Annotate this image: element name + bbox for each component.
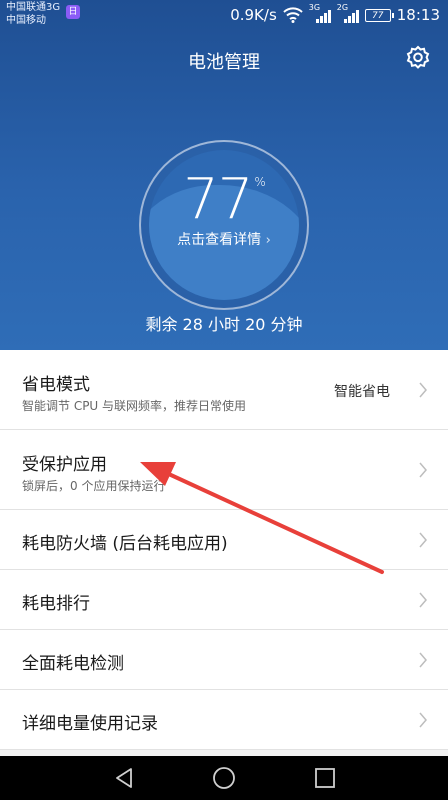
list-item-title: 受保护应用 [22,455,107,475]
chevron-right-icon [419,652,427,668]
remaining-time: 剩余 28 小时 20 分钟 [145,315,303,334]
list-item-power-saving-mode[interactable]: 省电模式 智能调节 CPU 与联网频率，推荐日常使用 智能省电 [0,350,448,430]
details-link[interactable]: 点击查看详情 › [141,229,307,249]
chevron-right-small-icon: › [265,233,271,248]
signal-icon-2: 2G [337,4,359,23]
home-circle-icon[interactable] [212,766,236,790]
list-item-value: 智能省电 [334,384,390,400]
recent-square-icon[interactable] [314,766,336,790]
list-item-title: 详细电量使用记录 [22,714,158,734]
list-item-full-check[interactable]: 全面耗电检测 [0,630,448,690]
list-item-title: 耗电排行 [22,594,90,614]
list-item-title: 省电模式 [22,375,90,395]
battery-icon: 77 [364,8,394,22]
settings-list: 省电模式 智能调节 CPU 与联网频率，推荐日常使用 智能省电 受保护应用 锁屏… [0,350,448,750]
battery-gauge[interactable]: 77% 点击查看详情 › [139,140,309,310]
notification-app-icon: 日 [66,5,80,19]
list-item-title: 耗电防火墙 (后台耗电应用) [22,534,228,554]
list-item-subtitle: 智能调节 CPU 与联网频率，推荐日常使用 [22,399,247,413]
battery-percentage: 77% [141,167,307,232]
percent-sign: % [254,175,265,189]
network-speed: 0.9K/s [230,6,277,24]
clock: 18:13 [396,6,440,24]
chevron-right-icon [419,532,427,548]
wifi-icon [283,7,303,23]
back-triangle-icon[interactable] [112,766,136,790]
list-item-power-firewall[interactable]: 耗电防火墙 (后台耗电应用) [0,510,448,570]
chevron-right-icon [419,592,427,608]
battery-header: 中国联通3G 中国移动 日 0.9K/s 3G 2G 77 18:13 电池管理… [0,0,448,350]
signal-icon-1: 3G [309,4,331,23]
carrier-1: 中国联通3G [6,2,61,13]
list-item-title: 全面耗电检测 [22,654,124,674]
chevron-right-icon [419,462,427,478]
page-title: 电池管理 [188,52,260,73]
carrier-info: 中国联通3G 中国移动 [6,1,60,27]
details-link-label: 点击查看详情 [177,232,262,248]
status-bar: 中国联通3G 中国移动 日 0.9K/s 3G 2G 77 18:13 [0,0,448,30]
chevron-right-icon [419,712,427,728]
list-item-usage-history[interactable]: 详细电量使用记录 [0,690,448,750]
battery-percentage-value: 77 [183,167,253,232]
status-right: 0.9K/s 3G 2G 77 18:13 [230,4,440,25]
carrier-2: 中国移动 [6,15,46,26]
list-item-protected-apps[interactable]: 受保护应用 锁屏后，0 个应用保持运行 [0,430,448,510]
list-item-subtitle: 锁屏后，0 个应用保持运行 [22,479,166,493]
gear-icon[interactable] [404,44,432,72]
navigation-bar [0,756,448,800]
list-item-power-ranking[interactable]: 耗电排行 [0,570,448,630]
chevron-right-icon [419,382,427,398]
